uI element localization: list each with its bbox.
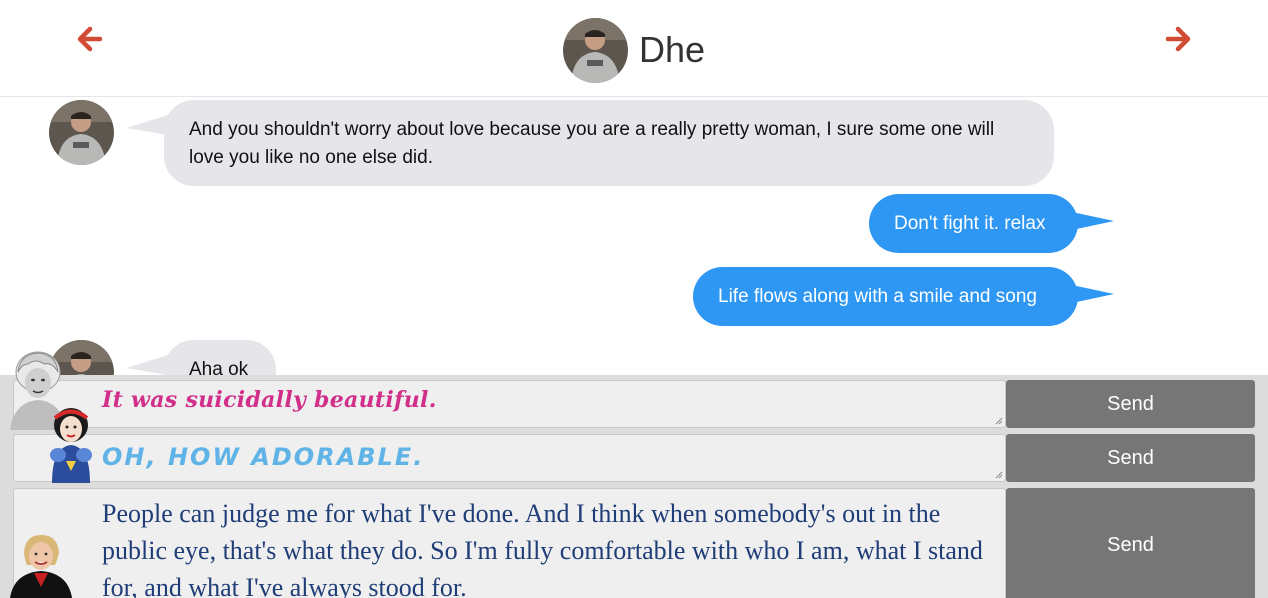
suggestion-input[interactable]: It was suicidally beautiful. bbox=[13, 380, 1006, 428]
suggestion-input[interactable]: People can judge me for what I've done. … bbox=[13, 488, 1006, 598]
contact-info: Dhe bbox=[563, 17, 705, 83]
suggestion-text: OH, HOW ADORABLE. bbox=[102, 443, 425, 471]
bubble-tail bbox=[126, 115, 168, 135]
contact-name: Dhe bbox=[639, 29, 706, 70]
chat-header: Dhe bbox=[0, 0, 1268, 97]
hillary-clinton-avatar bbox=[10, 535, 72, 598]
message-incoming: And you shouldn't worry about love becau… bbox=[164, 100, 1054, 186]
resize-grip-icon[interactable] bbox=[995, 417, 1003, 425]
send-button[interactable]: Send bbox=[1006, 380, 1255, 428]
suggestion-row: People can judge me for what I've done. … bbox=[13, 488, 1255, 598]
arrow-left-icon[interactable] bbox=[74, 24, 104, 54]
suggestion-row: It was suicidally beautiful. Send bbox=[13, 380, 1255, 428]
suggestion-text: It was suicidally beautiful. bbox=[102, 387, 437, 413]
suggestion-text: People can judge me for what I've done. … bbox=[102, 499, 983, 598]
bubble-tail bbox=[1072, 285, 1114, 303]
bubble-tail bbox=[1072, 212, 1114, 230]
chat-window: Dhe And you shouldn't worry about love b… bbox=[0, 0, 1268, 598]
suggestion-row: OH, HOW ADORABLE. Send bbox=[13, 434, 1255, 482]
bubble-tail bbox=[126, 355, 168, 375]
message-outgoing: Don't fight it. relax bbox=[869, 194, 1078, 253]
send-button[interactable]: Send bbox=[1006, 488, 1255, 598]
suggestion-input[interactable]: OH, HOW ADORABLE. bbox=[13, 434, 1006, 482]
message-outgoing: Life flows along with a smile and song bbox=[693, 267, 1078, 326]
contact-avatar[interactable] bbox=[563, 17, 628, 83]
sender-avatar[interactable] bbox=[49, 100, 114, 165]
send-button[interactable]: Send bbox=[1006, 434, 1255, 482]
resize-grip-icon[interactable] bbox=[995, 471, 1003, 479]
snow-white-avatar bbox=[50, 408, 92, 483]
arrow-right-icon[interactable] bbox=[1164, 24, 1194, 54]
suggestion-panel: It was suicidally beautiful. Send OH, HO… bbox=[0, 351, 1268, 598]
